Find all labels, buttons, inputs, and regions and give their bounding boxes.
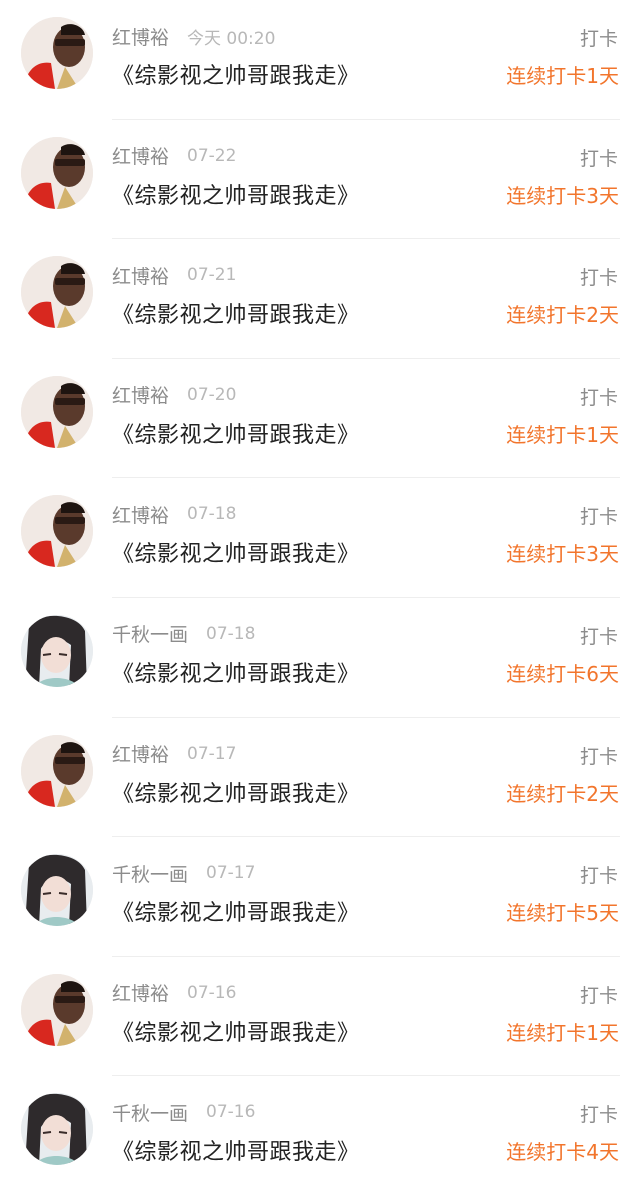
user-avatar[interactable] [21, 734, 93, 807]
post-time: 07-20 [187, 384, 237, 405]
user-avatar-red-icon [21, 973, 93, 1046]
checkin-tag: 打卡 [579, 625, 618, 648]
user-avatar-girl-icon [21, 854, 93, 927]
post-time: 今天 00:20 [187, 28, 276, 49]
user-avatar[interactable] [21, 495, 93, 568]
feed-item[interactable]: 红博裕 07-22 《综影视之帅哥跟我走》 打卡 连续打卡3天 [0, 120, 640, 240]
username[interactable]: 千秋一画 [112, 1099, 188, 1126]
post-time: 07-18 [187, 504, 237, 525]
post-time: 07-21 [187, 265, 237, 286]
book-title[interactable]: 《综影视之帅哥跟我走》 [112, 58, 360, 90]
streak-count: 连续打卡6天 [506, 661, 619, 686]
feed-item[interactable]: 红博裕 07-16 《综影视之帅哥跟我走》 打卡 连续打卡1天 [0, 957, 640, 1077]
streak-count: 连续打卡3天 [506, 183, 619, 208]
book-title[interactable]: 《综影视之帅哥跟我走》 [112, 895, 360, 927]
checkin-tag: 打卡 [579, 28, 618, 50]
feed-item[interactable]: 红博裕 07-20 《综影视之帅哥跟我走》 打卡 连续打卡1天 [0, 359, 640, 479]
user-avatar-red-icon [21, 256, 93, 329]
username[interactable]: 红博裕 [112, 381, 169, 408]
checkin-tag: 打卡 [579, 147, 618, 170]
streak-count: 连续打卡2天 [506, 303, 619, 328]
username[interactable]: 红博裕 [112, 740, 169, 767]
checkin-tag: 打卡 [579, 745, 618, 768]
user-avatar[interactable] [21, 256, 93, 329]
checkin-feed: 红博裕 今天 00:20 《综影视之帅哥跟我走》 打卡 连续打卡1天 红博裕 0… [0, 0, 640, 1196]
user-avatar-red-icon [21, 495, 93, 568]
post-time: 07-18 [206, 623, 256, 644]
feed-item[interactable]: 千秋一画 07-17 《综影视之帅哥跟我走》 打卡 连续打卡5天 [0, 837, 640, 957]
username[interactable]: 红博裕 [112, 142, 169, 169]
checkin-tag: 打卡 [579, 984, 618, 1007]
book-title[interactable]: 《综影视之帅哥跟我走》 [112, 776, 360, 808]
checkin-tag: 打卡 [579, 506, 618, 529]
user-avatar-red-icon [21, 734, 93, 807]
user-avatar[interactable] [21, 17, 93, 89]
username[interactable]: 红博裕 [112, 262, 169, 289]
streak-count: 连续打卡2天 [506, 781, 619, 806]
book-title[interactable]: 《综影视之帅哥跟我走》 [112, 656, 360, 688]
feed-item[interactable]: 红博裕 07-21 《综影视之帅哥跟我走》 打卡 连续打卡2天 [0, 239, 640, 359]
post-time: 07-16 [206, 1102, 256, 1123]
streak-count: 连续打卡1天 [506, 422, 619, 447]
post-time: 07-17 [206, 863, 256, 884]
user-avatar[interactable] [21, 136, 93, 209]
user-avatar-red-icon [21, 17, 93, 89]
user-avatar[interactable] [21, 375, 93, 448]
checkin-tag: 打卡 [579, 1104, 618, 1127]
username[interactable]: 千秋一画 [112, 620, 188, 647]
user-avatar[interactable] [21, 614, 93, 687]
streak-count: 连续打卡1天 [506, 64, 619, 88]
checkin-tag: 打卡 [579, 267, 618, 290]
username[interactable]: 红博裕 [112, 501, 169, 528]
username[interactable]: 红博裕 [112, 979, 169, 1006]
feed-item[interactable]: 千秋一画 07-16 《综影视之帅哥跟我走》 打卡 连续打卡4天 [0, 1076, 640, 1196]
streak-count: 连续打卡5天 [506, 901, 619, 926]
checkin-tag: 打卡 [579, 865, 618, 888]
user-avatar[interactable] [21, 854, 93, 927]
streak-count: 连续打卡4天 [506, 1140, 619, 1165]
book-title[interactable]: 《综影视之帅哥跟我走》 [112, 536, 360, 568]
feed-item[interactable]: 红博裕 07-18 《综影视之帅哥跟我走》 打卡 连续打卡3天 [0, 478, 640, 598]
post-time: 07-22 [187, 145, 237, 166]
user-avatar-girl-icon [21, 1093, 93, 1166]
book-title[interactable]: 《综影视之帅哥跟我走》 [112, 297, 360, 329]
feed-item[interactable]: 红博裕 今天 00:20 《综影视之帅哥跟我走》 打卡 连续打卡1天 [0, 0, 640, 120]
feed-item[interactable]: 千秋一画 07-18 《综影视之帅哥跟我走》 打卡 连续打卡6天 [0, 598, 640, 718]
post-time: 07-17 [187, 743, 237, 764]
checkin-tag: 打卡 [579, 386, 618, 409]
post-time: 07-16 [187, 982, 237, 1003]
book-title[interactable]: 《综影视之帅哥跟我走》 [112, 1134, 360, 1166]
user-avatar-red-icon [21, 136, 93, 209]
book-title[interactable]: 《综影视之帅哥跟我走》 [112, 178, 360, 210]
feed-item[interactable]: 红博裕 07-17 《综影视之帅哥跟我走》 打卡 连续打卡2天 [0, 718, 640, 838]
book-title[interactable]: 《综影视之帅哥跟我走》 [112, 417, 360, 449]
user-avatar[interactable] [21, 1093, 93, 1166]
book-title[interactable]: 《综影视之帅哥跟我走》 [112, 1015, 360, 1047]
streak-count: 连续打卡1天 [506, 1020, 619, 1045]
username[interactable]: 红博裕 [112, 23, 169, 50]
streak-count: 连续打卡3天 [506, 542, 619, 567]
user-avatar[interactable] [21, 973, 93, 1046]
username[interactable]: 千秋一画 [112, 860, 188, 887]
user-avatar-red-icon [21, 375, 93, 448]
user-avatar-girl-icon [21, 614, 93, 687]
